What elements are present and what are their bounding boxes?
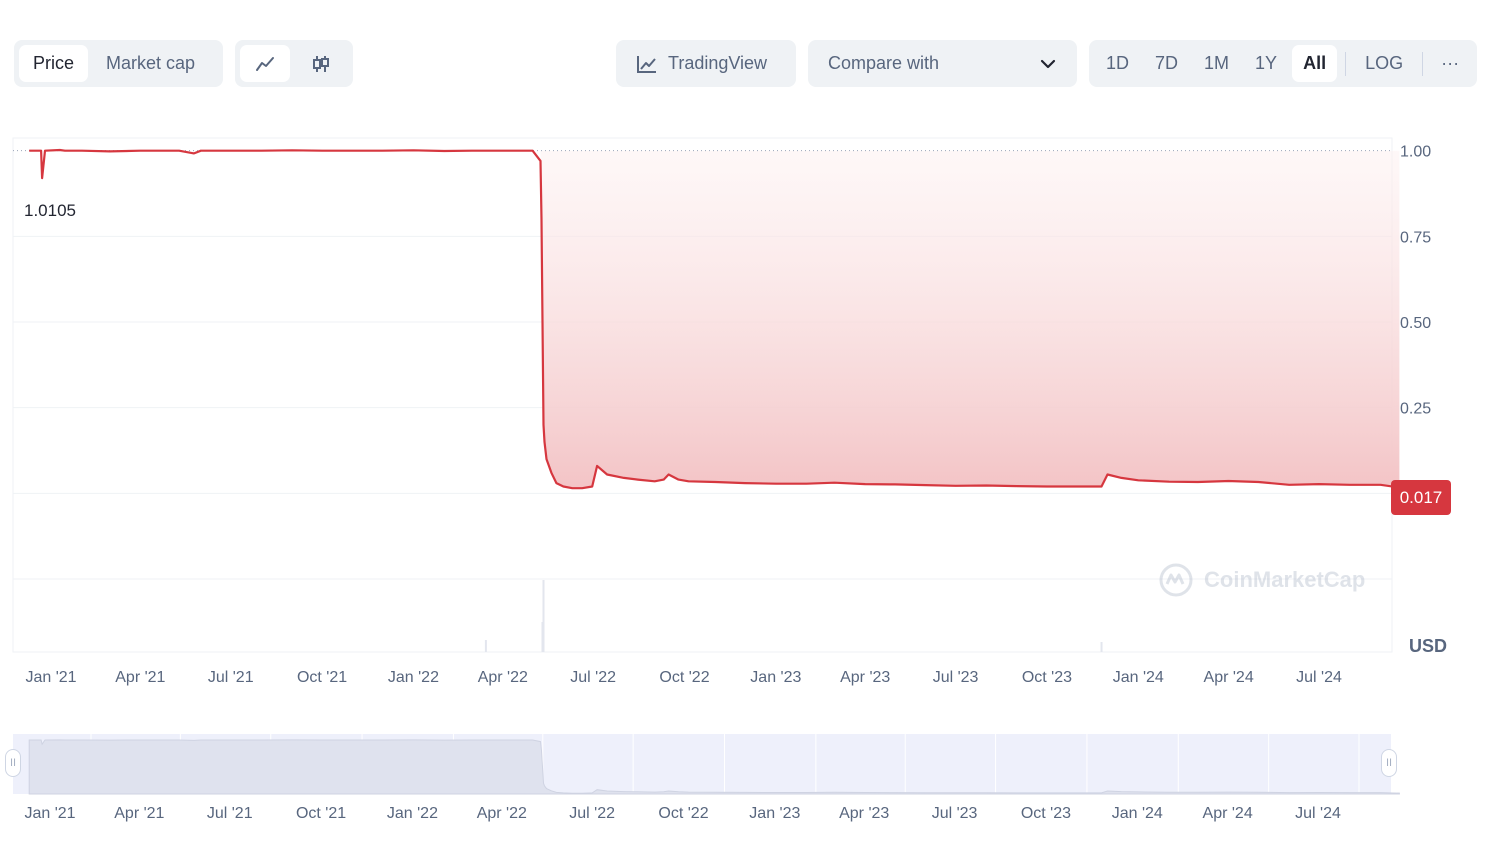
x-tick-label: Jan '24	[1113, 669, 1164, 686]
x-tick-label: Oct '21	[297, 669, 347, 686]
x-tick-label: Apr '21	[115, 669, 165, 686]
x-tick-label: Jan '23	[750, 669, 801, 686]
x-tick-label: Jan '22	[388, 669, 439, 686]
x-tick-label: Jan '21	[25, 669, 76, 686]
navigator-x-tick-label: Apr '21	[114, 805, 164, 822]
x-tick-label: Jul '24	[1296, 669, 1342, 686]
x-axis: Jan '21 Apr '21 Jul '21 Oct '21 Jan '22 Apr '…	[25, 669, 1342, 686]
navigator-x-tick-label: Jul '21	[207, 805, 253, 822]
navigator-x-tick-label: Oct '22	[658, 805, 708, 822]
x-tick-label: Apr '23	[840, 669, 890, 686]
navigator-x-tick-label: Jan '22	[387, 805, 438, 822]
navigator-x-tick-label: Jul '23	[932, 805, 978, 822]
navigator-x-tick-label: Jan '24	[1112, 805, 1163, 822]
navigator-x-tick-label: Jan '21	[24, 805, 75, 822]
coinmarketcap-watermark: CoinMarketCap	[1158, 562, 1365, 598]
navigator-x-tick-label: Apr '24	[1203, 805, 1253, 822]
navigator-x-tick-label: Jul '24	[1295, 805, 1341, 822]
navigator-x-tick-label: Oct '21	[296, 805, 346, 822]
y-tick-label: 0.25	[1400, 401, 1431, 418]
navigator-right-handle[interactable]: II	[1381, 749, 1397, 777]
x-tick-label: Apr '22	[478, 669, 528, 686]
navigator-x-tick-label: Oct '23	[1021, 805, 1071, 822]
x-tick-label: Jul '23	[933, 669, 979, 686]
y-tick-label: 0.50	[1400, 315, 1431, 332]
volume-bars	[484, 580, 1103, 652]
navigator-x-tick-label: Jul '22	[569, 805, 615, 822]
max-price-label: 1.0105	[22, 201, 78, 221]
navigator-x-axis: Jan '21 Apr '21 Jul '21 Oct '21 Jan '22 Apr '…	[24, 805, 1341, 822]
x-tick-label: Oct '22	[659, 669, 709, 686]
x-tick-label: Jul '22	[570, 669, 616, 686]
y-tick-label: 0.75	[1400, 229, 1431, 246]
navigator-left-handle[interactable]: II	[5, 749, 21, 777]
currency-label: USD	[1409, 636, 1448, 656]
price-chart: 0.25 0.50 0.75 1.00 Jan '21 Apr '21 Jul '21 Oc…	[12, 137, 1431, 822]
price-area	[540, 150, 1400, 489]
current-price-tag: 0.017	[1391, 480, 1451, 515]
navigator-x-tick-label: Jan '23	[749, 805, 800, 822]
x-tick-label: Oct '23	[1022, 669, 1072, 686]
x-tick-label: Apr '24	[1204, 669, 1254, 686]
navigator-x-tick-label: Apr '23	[839, 805, 889, 822]
coinmarketcap-logo-icon	[1159, 563, 1193, 597]
navigator-x-tick-label: Apr '22	[477, 805, 527, 822]
y-axis: 0.25 0.50 0.75 1.00	[1400, 144, 1431, 418]
watermark-text: CoinMarketCap	[1204, 567, 1366, 592]
y-tick-label: 1.00	[1400, 144, 1431, 161]
x-tick-label: Jul '21	[208, 669, 254, 686]
